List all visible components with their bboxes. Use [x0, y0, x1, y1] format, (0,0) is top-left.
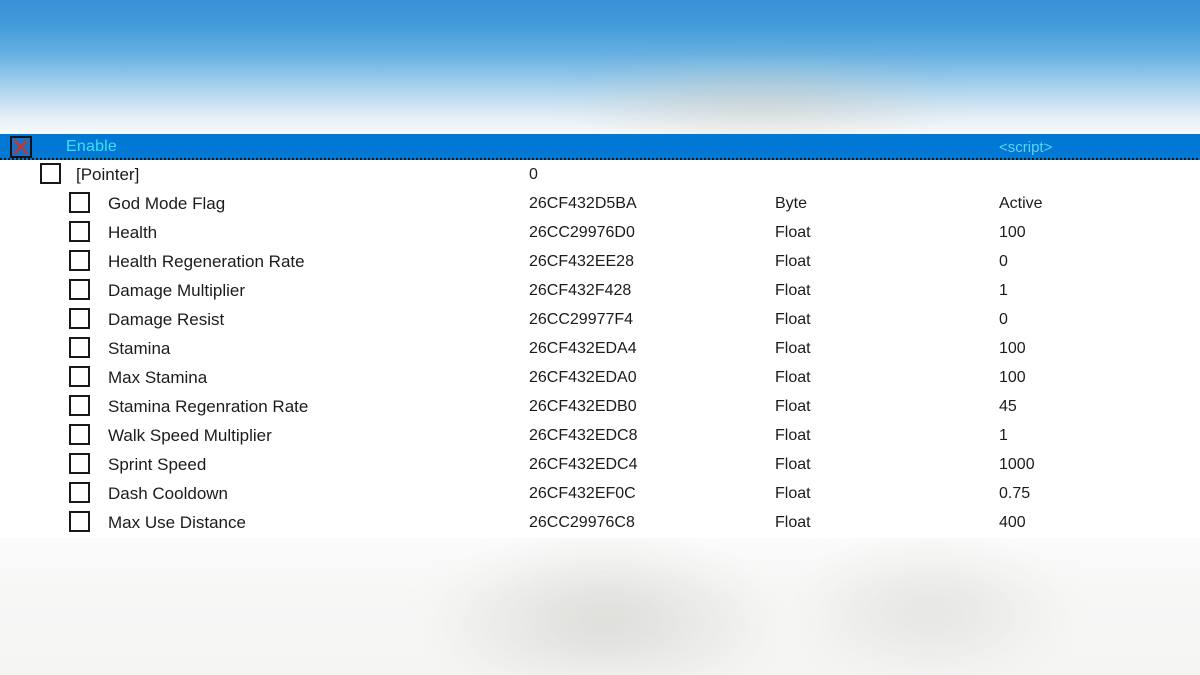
entry-address[interactable]: 0 [529, 160, 538, 189]
cheat-entry-row[interactable]: [Pointer] 0 [0, 160, 1200, 189]
entry-description[interactable]: Health [108, 218, 157, 247]
cheat-entry-row[interactable]: Health 26CC29976D0 Float 100 [0, 218, 1200, 247]
entry-description[interactable]: Damage Resist [108, 305, 224, 334]
entry-type[interactable]: Float [775, 392, 811, 421]
cheat-entry-row[interactable]: Health Regeneration Rate 26CF432EE28 Float… [0, 247, 1200, 276]
entry-type[interactable]: Byte [775, 189, 807, 218]
entry-checkbox[interactable] [69, 482, 90, 503]
entry-type[interactable]: Float [775, 508, 811, 537]
entry-checkbox[interactable] [69, 337, 90, 358]
entry-value[interactable]: 1 [999, 421, 1008, 450]
cheat-entry-row[interactable]: Damage Multiplier 26CF432F428 Float 1 [0, 276, 1200, 305]
entry-type[interactable]: Float [775, 363, 811, 392]
entry-description[interactable]: Dash Cooldown [108, 479, 228, 508]
cheat-table-window: Enable <script> [Pointer] 0 God Mode Flag 2… [0, 134, 1200, 538]
entry-description[interactable]: Damage Multiplier [108, 276, 245, 305]
entry-checkbox[interactable] [69, 192, 90, 213]
entry-value[interactable]: 0.75 [999, 479, 1030, 508]
enable-label[interactable]: Enable [66, 135, 117, 159]
entry-address[interactable]: 26CF432F428 [529, 276, 631, 305]
entry-type[interactable]: Float [775, 334, 811, 363]
entry-address[interactable]: 26CF432EE28 [529, 247, 634, 276]
entry-value[interactable]: 100 [999, 334, 1026, 363]
entry-value[interactable]: 1 [999, 276, 1008, 305]
entry-address[interactable]: 26CF432EDC8 [529, 421, 638, 450]
cheat-entry-list: [Pointer] 0 God Mode Flag 26CF432D5BA Byte Ac… [0, 160, 1200, 537]
entry-checkbox[interactable] [69, 279, 90, 300]
entry-description[interactable]: God Mode Flag [108, 189, 225, 218]
desktop-backdrop-bottom-blur-b [790, 540, 1070, 670]
entry-type[interactable]: Float [775, 305, 811, 334]
red-x-icon [13, 139, 29, 155]
cheat-table-header-row: Enable <script> [0, 134, 1200, 160]
entry-address[interactable]: 26CC29976D0 [529, 218, 635, 247]
entry-checkbox[interactable] [69, 395, 90, 416]
entry-value[interactable]: 100 [999, 363, 1026, 392]
entry-description[interactable]: Max Stamina [108, 363, 207, 392]
cheat-entry-row[interactable]: God Mode Flag 26CF432D5BA Byte Active [0, 189, 1200, 218]
cheat-entry-row[interactable]: Stamina Regenration Rate 26CF432EDB0 Float… [0, 392, 1200, 421]
cheat-entry-row[interactable]: Walk Speed Multiplier 26CF432EDC8 Float 1 [0, 421, 1200, 450]
entry-value[interactable]: 45 [999, 392, 1017, 421]
entry-value[interactable]: 0 [999, 247, 1008, 276]
cheat-entry-row[interactable]: Max Stamina 26CF432EDA0 Float 100 [0, 363, 1200, 392]
entry-address[interactable]: 26CF432EDC4 [529, 450, 638, 479]
entry-address[interactable]: 26CF432EDA4 [529, 334, 637, 363]
entry-type[interactable]: Float [775, 479, 811, 508]
entry-checkbox[interactable] [69, 308, 90, 329]
entry-address[interactable]: 26CF432EDA0 [529, 363, 637, 392]
cheat-entry-row[interactable]: Max Use Distance 26CC29976C8 Float 400 [0, 508, 1200, 537]
entry-description[interactable]: Sprint Speed [108, 450, 206, 479]
entry-value[interactable]: 400 [999, 508, 1026, 537]
entry-address[interactable]: 26CF432D5BA [529, 189, 637, 218]
cheat-entry-row[interactable]: Stamina 26CF432EDA4 Float 100 [0, 334, 1200, 363]
entry-address[interactable]: 26CF432EDB0 [529, 392, 637, 421]
entry-type[interactable]: Float [775, 276, 811, 305]
entry-address[interactable]: 26CF432EF0C [529, 479, 636, 508]
entry-value[interactable]: 0 [999, 305, 1008, 334]
entry-checkbox[interactable] [69, 511, 90, 532]
entry-description[interactable]: Stamina Regenration Rate [108, 392, 308, 421]
enable-checkbox[interactable] [10, 136, 32, 158]
entry-value[interactable]: 100 [999, 218, 1026, 247]
cheat-entry-row[interactable]: Damage Resist 26CC29977F4 Float 0 [0, 305, 1200, 334]
entry-address[interactable]: 26CC29977F4 [529, 305, 633, 334]
cheat-entry-row[interactable]: Dash Cooldown 26CF432EF0C Float 0.75 [0, 479, 1200, 508]
entry-value[interactable]: 1000 [999, 450, 1035, 479]
entry-type[interactable]: Float [775, 450, 811, 479]
cheat-entry-row[interactable]: Sprint Speed 26CF432EDC4 Float 1000 [0, 450, 1200, 479]
entry-type[interactable]: Float [775, 421, 811, 450]
entry-description[interactable]: Max Use Distance [108, 508, 246, 537]
entry-description[interactable]: [Pointer] [76, 160, 139, 189]
screen: Enable <script> [Pointer] 0 God Mode Flag 2… [0, 0, 1200, 675]
entry-value[interactable]: Active [999, 189, 1043, 218]
entry-checkbox[interactable] [69, 366, 90, 387]
entry-description[interactable]: Stamina [108, 334, 170, 363]
entry-description[interactable]: Walk Speed Multiplier [108, 421, 272, 450]
entry-description[interactable]: Health Regeneration Rate [108, 247, 305, 276]
entry-type[interactable]: Float [775, 218, 811, 247]
entry-address[interactable]: 26CC29976C8 [529, 508, 635, 537]
script-label[interactable]: <script> [999, 136, 1052, 160]
entry-type[interactable]: Float [775, 247, 811, 276]
entry-checkbox[interactable] [69, 221, 90, 242]
desktop-backdrop-bottom-blur-a [430, 540, 780, 675]
entry-checkbox[interactable] [69, 453, 90, 474]
entry-checkbox[interactable] [69, 250, 90, 271]
entry-checkbox[interactable] [69, 424, 90, 445]
entry-checkbox[interactable] [40, 163, 61, 184]
